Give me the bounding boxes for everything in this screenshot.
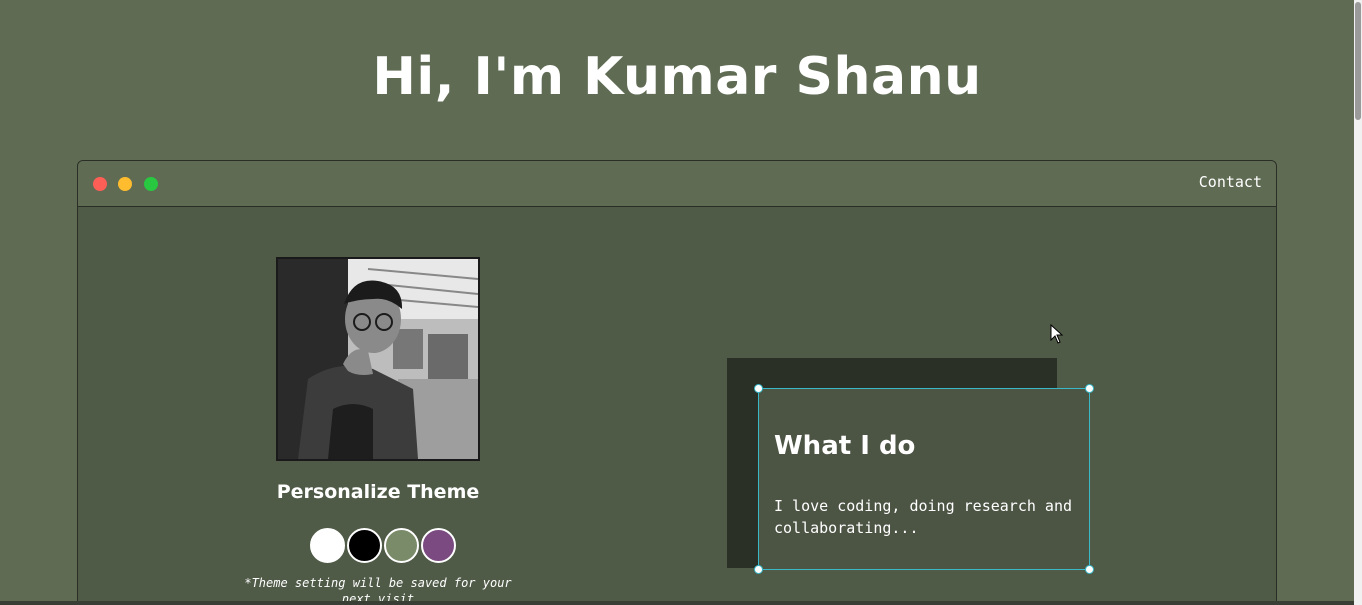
minimize-window-button[interactable] <box>118 177 132 191</box>
theme-swatch-purple[interactable] <box>421 528 456 563</box>
profile-photo-image <box>278 259 478 459</box>
close-window-button[interactable] <box>93 177 107 191</box>
what-i-do-card[interactable]: What I do I love coding, doing research … <box>754 384 1094 574</box>
mouse-cursor-icon <box>1050 324 1064 344</box>
window-titlebar: Contact <box>78 161 1276 207</box>
page-scrollbar[interactable] <box>1354 0 1362 605</box>
card-title: What I do <box>774 431 916 461</box>
resize-handle-top-right[interactable] <box>1085 384 1094 393</box>
theme-swatch-white[interactable] <box>310 528 345 563</box>
resize-handle-bottom-right[interactable] <box>1085 565 1094 574</box>
resize-handle-top-left[interactable] <box>754 384 763 393</box>
browser-window: Contact Personalize Theme *Theme setting… <box>77 160 1277 605</box>
scrollbar-thumb[interactable] <box>1355 2 1361 120</box>
page-title: Hi, I'm Kumar Shanu <box>372 47 982 107</box>
profile-photo <box>276 257 480 461</box>
taskbar-strip <box>0 601 1354 605</box>
theme-swatch-sage[interactable] <box>384 528 419 563</box>
theme-swatch-black[interactable] <box>347 528 382 563</box>
theme-swatches <box>310 528 456 563</box>
resize-handle-bottom-left[interactable] <box>754 565 763 574</box>
personalize-theme-heading: Personalize Theme <box>276 481 480 503</box>
card-text: I love coding, doing research and collab… <box>774 497 1073 537</box>
maximize-window-button[interactable] <box>144 177 158 191</box>
contact-link[interactable]: Contact <box>1199 173 1262 191</box>
